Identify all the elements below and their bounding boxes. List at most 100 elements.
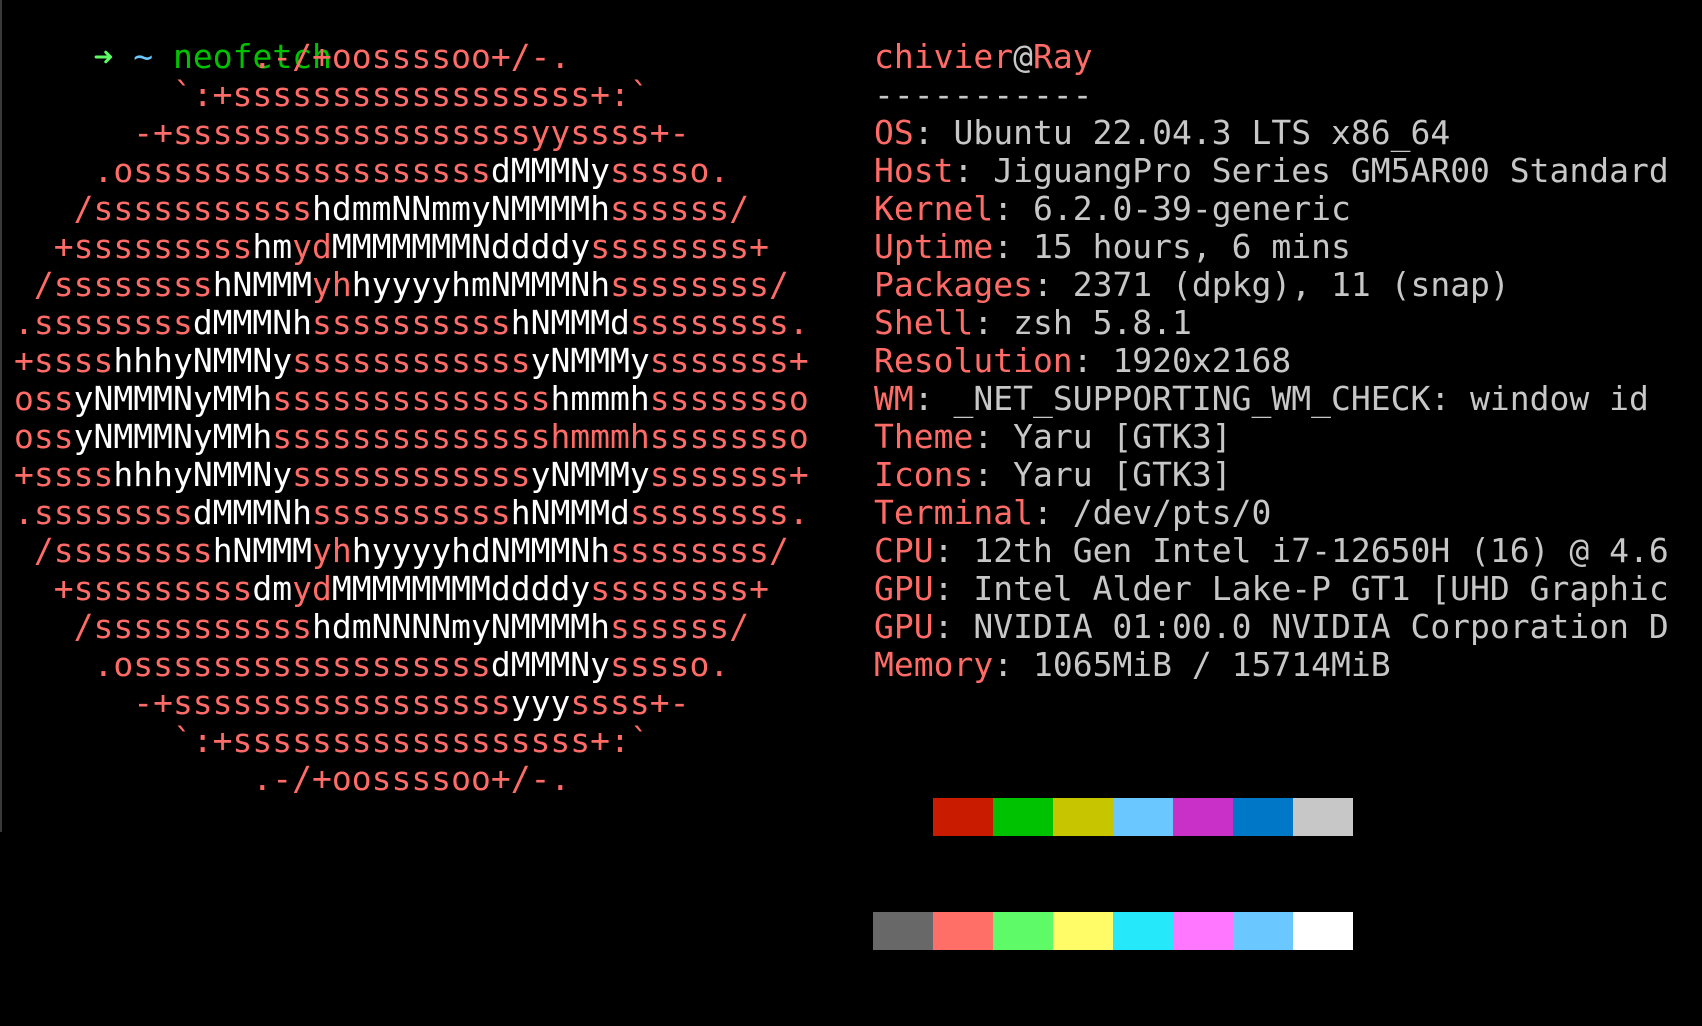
logo-segment: .-/+oossssoo+/-. [14,759,571,798]
info-value: 6.2.0-39-generic [1032,189,1351,228]
info-key: GPU [874,569,934,608]
info-value: zsh 5.8.1 [1013,303,1192,342]
logo-row: +sssssssssdmydMMMMMMMMddddyssssssss+ [14,570,769,608]
logo-segment: -+sssssssssssssssss [14,683,511,722]
logo-segment: +ssss [14,455,114,494]
info-separator: : [913,379,954,418]
color-swatch [1173,912,1233,950]
logo-segment: /sssssssssss [14,189,313,228]
prompt-line: ➜ ~ neofetch [14,0,331,76]
logo-row: /sssssssshNMMMyhhyyyyhdNMMMNhssssssss/ [14,532,789,570]
logo-segment: ssssssssss [312,303,511,342]
info-value: 1065MiB / 15714MiB [1032,645,1391,684]
info-row-icons: Icons: Yaru [GTK3] [874,456,1232,494]
logo-segment: yNMMMy [530,341,650,380]
info-row-resolution: Resolution: 1920x2168 [874,342,1291,380]
logo-row: -+ssssssssssssssssssyyssss+- [14,114,689,152]
info-separator: : [973,417,1014,456]
logo-segment: hNMMMd [510,493,630,532]
logo-row: ossyNMMMNyMMhsssssssssssssshmmmhssssssso [14,418,809,456]
color-swatch [1233,912,1293,950]
info-row-kernel: Kernel: 6.2.0-39-generic [874,190,1351,228]
logo-segment: yyy [510,683,571,722]
logo-row: `:+ssssssssssssssssss+:` [14,722,650,760]
info-value: Intel Alder Lake-P GT1 [UHD Graphic [973,569,1669,608]
logo-segment: yd [292,569,332,608]
logo-segment: hdmNNNNmyNMMMMh [312,607,611,646]
logo-segment: hhhyNMMNy [113,455,293,494]
terminal-window[interactable]: ➜ ~ neofetch .-/+oossssoo+/-. `:+sssssss… [0,0,1702,950]
hostname: Ray [1032,37,1093,76]
info-key: Uptime [874,227,994,266]
info-row-uptime: Uptime: 15 hours, 6 mins [874,228,1351,266]
logo-segment: ssss+- [570,683,690,722]
info-separator: : [973,303,1014,342]
logo-row: /sssssssshNMMMyhhyyyyhmNMMMNhssssssss/ [14,266,789,304]
logo-row: .ssssssssdMMMNhsssssssssshNMMMdssssssss. [14,304,809,342]
logo-segment: dMMMNy [490,151,611,190]
logo-segment: hm [252,227,293,266]
info-key: GPU [874,607,934,646]
logo-segment: .ossssssssssssssssss [14,151,491,190]
logo-segment: ssssss/ [610,607,750,646]
logo-row: /ssssssssssshdmmNNmmyNMMMMhssssss/ [14,189,750,228]
logo-segment: yh [312,265,352,304]
info-row-os: OS: Ubuntu 22.04.3 LTS x86_64 [874,114,1450,152]
info-separator: : [933,531,974,570]
info-value: 2371 (dpkg), 11 (snap) [1072,265,1510,304]
info-separator: : [933,569,974,608]
color-palette [873,722,1353,1026]
logo-segment: .ossssssssssssssssss [14,645,491,684]
info-separator: : [973,455,1014,494]
logo-segment: MMMMMMMNddddy [331,227,591,266]
info-separator: : [1072,341,1113,380]
user-host-title: chivier@Ray [874,38,1093,76]
logo-row: +ssssssssshmydMMMMMMMNddddyssssssss+ [14,228,769,266]
logo-row: .-/+oossssoo+/-. [14,38,570,76]
logo-segment: yh [312,531,352,570]
logo-segment: MMMMMMMMddddy [331,569,591,608]
logo-segment: /ssssssss [14,531,213,570]
logo-segment: sssssss+ [649,455,809,494]
logo-segment: oss [14,379,74,418]
logo-row: +sssshhhyNMMNyssssssssssssyNMMMysssssss+ [14,456,809,494]
logo-segment: dMMMNy [490,645,611,684]
info-key: Icons [874,455,974,494]
info-value: /dev/pts/0 [1072,493,1272,532]
info-value: 15 hours, 6 mins [1032,227,1351,266]
logo-segment: +sssssssss [14,227,253,266]
logo-segment: hyyyyhmNMMMNh [351,265,611,304]
logo-row: .ossssssssssssssssssdMMMNysssso. [14,646,729,684]
info-key: Kernel [874,189,994,228]
logo-segment: `:+ssssssssssssssssss+:` [14,721,650,760]
logo-segment: hyyyyhdNMMMNh [351,531,611,570]
logo-segment: yNMMMy [530,455,650,494]
color-swatch [1293,798,1353,836]
info-key: Resolution [874,341,1073,380]
info-key: Terminal [874,493,1033,532]
color-swatch [1233,798,1293,836]
info-value: 12th Gen Intel i7-12650H (16) @ 4.6 [973,531,1669,570]
logo-segment: yNMMMNyMMh [73,417,273,456]
info-value: Ubuntu 22.04.3 LTS x86_64 [953,113,1451,152]
at-sign: @ [1013,37,1033,76]
logo-segment: ssssss/ [610,189,750,228]
info-row-shell: Shell: zsh 5.8.1 [874,304,1192,342]
logo-segment: ssssssss. [629,303,809,342]
logo-segment: sssssssssssssshmmmhssssssso [272,417,809,456]
info-key: Theme [874,417,974,456]
logo-segment: yd [292,227,332,266]
logo-segment: hmmmh [550,379,650,418]
logo-segment: ssssssss. [629,493,809,532]
username: chivier [874,37,1014,76]
info-key: WM [874,379,914,418]
info-row-gpu: GPU: NVIDIA 01:00.0 NVIDIA Corporation D [874,608,1669,646]
info-row-wm: WM: _NET_SUPPORTING_WM_CHECK: window id [874,380,1649,418]
logo-segment: ssssssss+ [590,227,770,266]
info-row-theme: Theme: Yaru [GTK3] [874,418,1232,456]
info-key: CPU [874,531,934,570]
info-value: Yaru [GTK3] [1013,417,1232,456]
logo-segment: +sssssssss [14,569,253,608]
logo-row: .ossssssssssssssssssdMMMNysssso. [14,152,729,190]
logo-row: -+sssssssssssssssssyyyssss+- [14,683,690,722]
